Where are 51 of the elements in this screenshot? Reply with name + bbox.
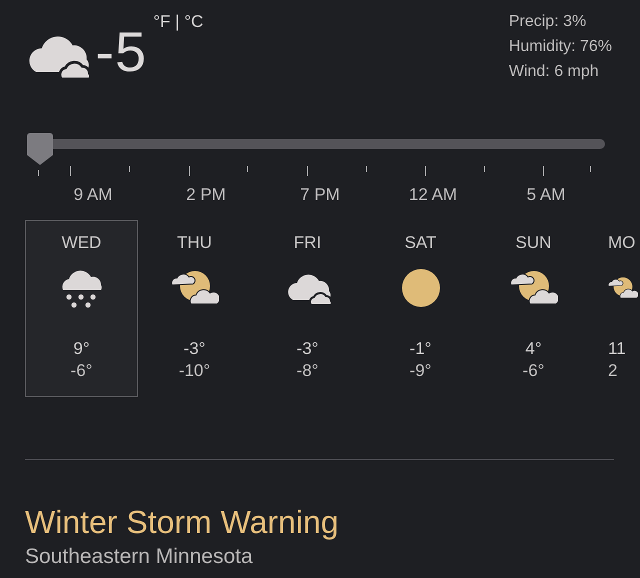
tick-mark: [590, 166, 591, 172]
time-label: 9 AM: [74, 185, 112, 205]
tick-mark: [366, 166, 367, 172]
low-temperature: -8°: [296, 361, 318, 381]
day-name: WED: [62, 233, 102, 253]
weather-detail: Precip: 3%: [508, 12, 588, 32]
high-temperature: -3°: [296, 339, 318, 359]
low-temperature: -6°: [70, 361, 92, 381]
weather-detail: Wind: 6 mph: [508, 62, 600, 82]
high-temperature: 11: [608, 339, 626, 359]
day-name: SUN: [516, 233, 552, 253]
tick-mark: [129, 166, 130, 172]
day-name: THU: [177, 233, 212, 253]
high-temperature: -3°: [184, 339, 206, 359]
day-name: FRI: [294, 233, 322, 253]
alert-area: Southeastern Minnesota: [25, 545, 640, 569]
high-temperature: -1°: [410, 339, 432, 359]
day-forecast[interactable]: SUN 4° -6°: [477, 220, 590, 397]
tick-mark: [38, 170, 39, 176]
day-forecast[interactable]: WED 9° -6°: [25, 220, 138, 397]
tick-mark: [247, 166, 248, 172]
tick-mark: [543, 166, 544, 176]
time-label: 12 AM: [408, 185, 458, 205]
tick-mark: [189, 166, 190, 176]
tick-mark: [70, 166, 71, 176]
weather-detail: Humidity: 76%: [508, 37, 612, 57]
low-temperature: 2: [608, 361, 618, 381]
low-temperature: -6°: [522, 361, 544, 381]
tick-mark: [484, 166, 485, 172]
low-temperature: -10°: [178, 361, 210, 381]
time-label: 5 AM: [526, 185, 566, 205]
day-name: SAT: [404, 233, 436, 253]
day-name: MO: [608, 233, 636, 253]
timeline-thumb[interactable]: [27, 133, 53, 165]
tick-mark: [425, 166, 426, 176]
sun-cloud-icon: [170, 270, 218, 306]
low-temperature: -9°: [410, 361, 432, 381]
day-forecast[interactable]: FRI -3° -8°: [251, 220, 364, 397]
alert-title[interactable]: Winter Storm Warning: [25, 504, 640, 541]
sun-icon: [400, 268, 440, 308]
sun-cloud-icon: [510, 270, 558, 306]
high-temperature: 4°: [525, 339, 542, 359]
current-temperature: -5: [95, 24, 148, 80]
time-label: 2 PM: [186, 185, 226, 205]
unit-toggle[interactable]: °F | °C: [153, 12, 204, 32]
tick-mark: [307, 166, 308, 176]
day-forecast[interactable]: SAT -1° -9°: [364, 220, 477, 397]
day-forecast[interactable]: MO 11 2: [590, 220, 639, 397]
time-label: 7 PM: [300, 185, 340, 205]
day-forecast[interactable]: THU -3° -10°: [138, 220, 251, 397]
high-temperature: 9°: [73, 339, 90, 359]
